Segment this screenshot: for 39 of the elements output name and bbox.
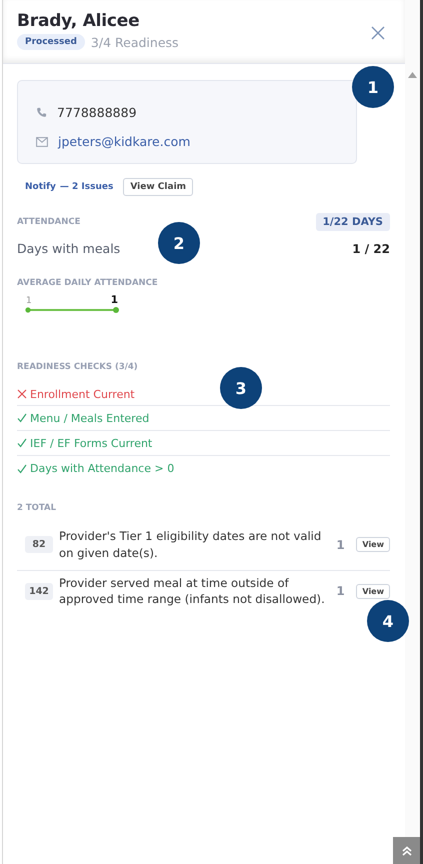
callout-marker: 3 [220, 367, 262, 409]
person-name: Brady, Alicee [17, 11, 140, 31]
view-button[interactable]: View [356, 584, 390, 599]
callout-marker: 1 [352, 66, 394, 108]
notify-link[interactable]: Notify [25, 182, 56, 192]
section-heading: ATTENDANCE [17, 217, 80, 227]
issues-total: 2 TOTAL [17, 503, 56, 513]
check-label: IEF / EF Forms Current [30, 436, 152, 450]
scroll-up-icon[interactable] [408, 72, 417, 78]
callout-marker: 4 [367, 600, 409, 642]
issue-message: Provider's Tier 1 eligibility dates are not valid on given date(s). [59, 528, 322, 562]
days-with-meals-label: Days with meals [17, 241, 120, 256]
check-label: Enrollment Current [30, 388, 135, 400]
issues-count: — 2 Issues [60, 182, 114, 192]
phone-icon [36, 107, 47, 118]
callout-marker: 2 [158, 222, 200, 264]
issue-code: 142 [25, 582, 53, 600]
mail-icon [36, 136, 48, 146]
scroll-to-top-button[interactable] [393, 837, 420, 864]
issue-message: Provider served meal at time outside of approved time range (infants not disallowed). [59, 574, 326, 608]
view-button[interactable]: View [356, 537, 390, 552]
issue-code: 82 [25, 536, 53, 554]
check-label: Menu / Meals Entered [30, 412, 150, 424]
phone-number: 7778888889 [57, 105, 137, 120]
section-heading: READINESS CHECKS (3/4) [17, 362, 138, 372]
range-start-label: 1 [26, 296, 32, 306]
section-heading: AVERAGE DAILY ATTENDANCE [17, 278, 158, 288]
days-with-meals-value: 1 / 22 [352, 242, 390, 256]
readiness-summary: 3/4 Readiness [90, 34, 179, 50]
close-icon [371, 26, 385, 40]
days-badge: 1/22 DAYS [316, 213, 390, 231]
check-label: Days with Attendance > 0 [30, 462, 174, 475]
email-link[interactable]: jpeters@kidkare.com [58, 134, 190, 149]
status-badge: Processed [17, 34, 85, 50]
view-claim-button[interactable]: View Claim [123, 178, 194, 196]
range-end-label: 1 [110, 294, 118, 306]
issue-count: 1 [335, 538, 346, 552]
double-chevron-up-icon [402, 846, 412, 856]
issue-count: 1 [335, 584, 346, 598]
